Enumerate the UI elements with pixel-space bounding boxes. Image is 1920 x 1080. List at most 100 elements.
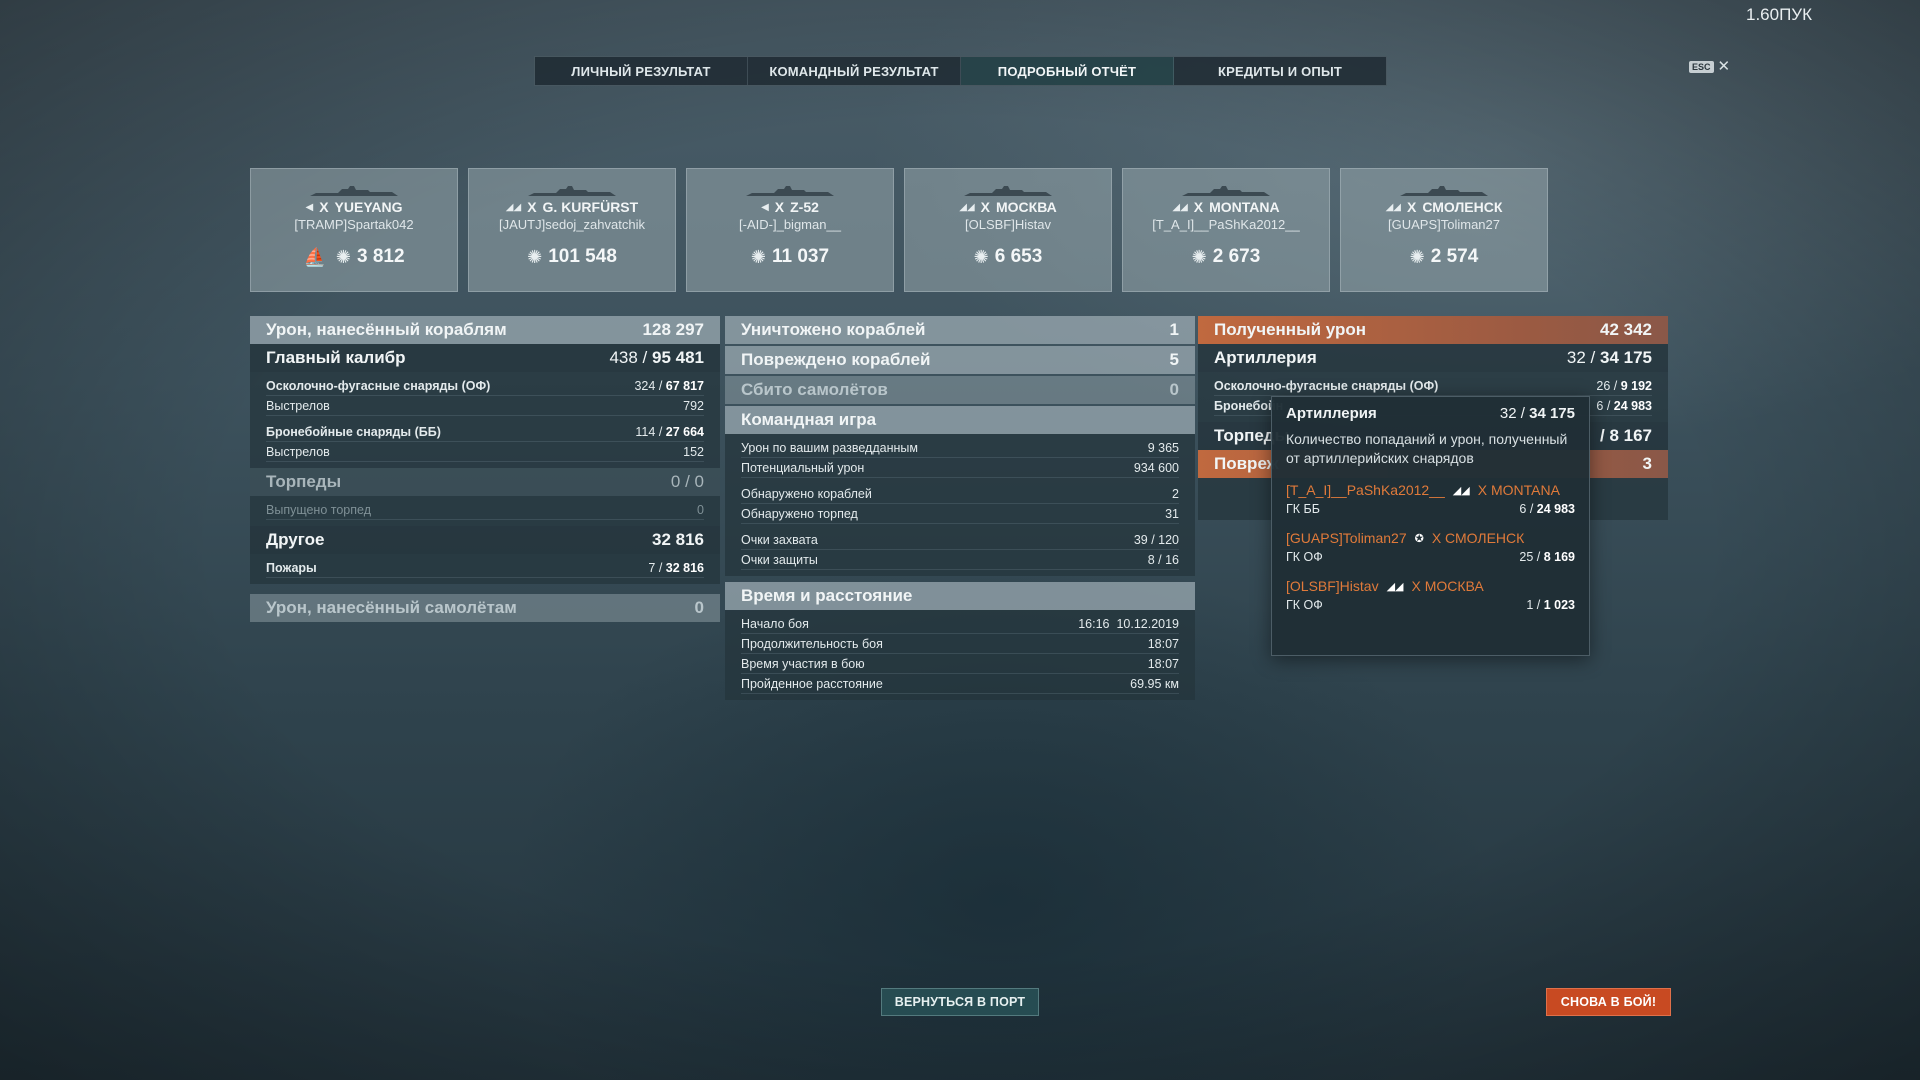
ship-title: ◀ X Z-52 [761,199,819,215]
tooltip-source-item: [OLSBF]Histav ◢◢ X МОСКВА ГК ОФ 1 / 1 02… [1286,578,1575,612]
source-ammo: ГК ББ [1286,502,1320,516]
tab-credits-xp[interactable]: КРЕДИТЫ И ОПЫТ [1174,57,1386,85]
ship-name: Z-52 [790,199,819,215]
team-play-header: Командная игра [725,406,1195,434]
main-battery-header[interactable]: Главный калибр 438 / 95 481 [250,344,720,372]
ship-name: MONTANA [1209,199,1280,215]
damage-received-title: Полученный урон [1214,320,1367,339]
ship-damage-value: 101 548 [548,246,617,267]
ship-card[interactable]: ◢◢ X МОСКВА [OLSBF]Histav ✺ 6 653 [904,168,1112,292]
return-to-port-button[interactable]: ВЕРНУТЬСЯ В ПОРТ [881,988,1039,1016]
ship-damage-value: 2 574 [1430,246,1479,267]
he-shells-row[interactable]: Осколочно-фугасные снаряды (ОФ) 324 / 67… [266,376,704,396]
fires-row[interactable]: Пожары 7 / 32 816 [266,558,704,578]
ship-player: [OLSBF]Histav [965,217,1051,232]
battle-start-row: Начало боя 16:16 10.12.2019 [741,614,1179,634]
he-shots-label: Выстрелов [266,398,330,413]
source-detail: ГК ББ 6 / 24 983 [1286,502,1575,516]
he-hits: 324 [634,378,656,393]
capture-points-value: 39 / 120 [1133,532,1179,547]
torpedoes-header[interactable]: Торпеды 0 / 0 [250,468,720,496]
damage-received-header[interactable]: Полученный урон 42 342 [1198,316,1668,344]
source-ship: X СМОЛЕНСК [1431,530,1525,546]
aircraft-damage-value: 0 [694,598,704,617]
sunk-ship-icon: ⛵ [303,246,326,267]
he-received-value: 26 / 9 192 [1596,378,1652,393]
torpedoes-launched-row: Выпущено торпед 0 [266,500,704,520]
ship-damage-value: 2 673 [1212,246,1261,267]
spotting-damage-row: Урон по вашим разведданным 9 365 [741,438,1179,458]
source-line: [OLSBF]Histav ◢◢ X МОСКВА [1286,578,1575,594]
ship-title: ◢◢ X MONTANA [1172,199,1279,215]
ship-damage-value: 6 653 [994,246,1043,267]
main-battery-hits: 438 [609,348,638,367]
ship-card[interactable]: ◀ X YUEYANG [TRAMP]Spartak042 ⛵ ✺ 3 812 [250,168,458,292]
he-received-row[interactable]: Осколочно-фугасные снаряды (ОФ) 26 / 9 1… [1214,376,1652,396]
torpedo-damage: 0 [694,472,704,491]
tab-detailed-report[interactable]: ПОДРОБНЫЙ ОТЧЁТ [961,57,1174,85]
other-damage-label: Другое [266,530,325,549]
ship-tier: X [1193,199,1204,215]
battle-duration-row: Продолжительность боя 18:07 [741,634,1179,654]
team-play-details: Урон по вашим разведданным 9 365 Потенци… [725,434,1195,576]
damage-dealt-header[interactable]: Урон, нанесённый кораблям 128 297 [250,316,720,344]
ap-hits: 114 [635,424,656,439]
damage-burst-icon: ✺ [750,246,766,267]
tab-personal-result[interactable]: ЛИЧНЫЙ РЕЗУЛЬТАТ [535,57,748,85]
ship-card[interactable]: ◀ X Z-52 [-AID-]_bigman__ ✺ 11 037 [686,168,894,292]
ships-damaged-header[interactable]: Повреждено кораблей 5 [725,346,1195,374]
artillery-received-value: 32 / 34 175 [1566,348,1652,367]
tab-team-result[interactable]: КОМАНДНЫЙ РЕЗУЛЬТАТ [748,57,961,85]
battle-start-label: Начало боя [741,616,809,631]
ap-shells-value: 114 / 27 664 [635,424,704,439]
ship-damage: ✺ 2 673 [1192,246,1261,268]
ships-destroyed-header[interactable]: Уничтожено кораблей 1 [725,316,1195,344]
destroyer-class-icon: ◀ [761,201,769,213]
potential-damage-value: 934 600 [1133,460,1179,475]
source-hits: 6 [1519,502,1527,516]
ships-spotted-value: 2 [1172,486,1179,501]
tooltip-source-item: [T_A_I]__PaShKa2012__ ◢◢ X MONTANA ГК ББ… [1286,482,1575,516]
distance-row: Пройденное расстояние 69.95 км [741,674,1179,694]
damaged-by-label: Повреж [1214,454,1279,473]
ship-name: СМОЛЕНСК [1422,199,1503,215]
capture-points-label: Очки захвата [741,532,818,547]
ship-silhouette-icon [746,186,834,196]
he-shells-value: 324 / 67 817 [634,378,704,393]
ship-card[interactable]: ◢◢ X СМОЛЕНСК [GUAPS]Toliman27 ✺ 2 574 [1340,168,1548,292]
planes-shot-header[interactable]: Сбито самолётов 0 [725,376,1195,404]
aircraft-damage-header[interactable]: Урон, нанесённый самолётам 0 [250,594,720,622]
source-damage: 1 023 [1543,598,1575,612]
tooltip-header: Артиллерия 32 / 34 175 [1286,405,1575,422]
destroyer-class-icon: ◀ [305,201,314,213]
participation-time-label: Время участия в бою [741,656,865,671]
artillery-received-damage: 34 175 [1600,348,1652,367]
ship-silhouette-icon [1182,186,1270,196]
close-button[interactable]: ESC ✕ [1689,59,1730,74]
he-received-label: Осколочно-фугасные снаряды (ОФ) [1214,378,1439,393]
torpedoes-spotted-label: Обнаружено торпед [741,506,858,521]
artillery-received-label: Артиллерия [1214,348,1317,367]
ship-card[interactable]: ◢◢ X MONTANA [T_A_I]__PaShKa2012__ ✺ 2 6… [1122,168,1330,292]
ship-card[interactable]: ◢◢ X G. KURFÜRST [JAUTJ]sedoj_zahvatchik… [468,168,676,292]
source-ship: X МОСКВА [1411,578,1484,594]
battle-again-button[interactable]: СНОВА В БОЙ! [1546,988,1671,1016]
spotting-damage-value: 9 365 [1147,440,1179,455]
main-battery-damage: 95 481 [652,348,704,367]
ship-damage: ✺ 101 548 [527,246,617,268]
ships-damaged-value: 5 [1169,350,1179,369]
source-ship: X MONTANA [1477,482,1560,498]
artillery-received-header[interactable]: Артиллерия 32 / 34 175 [1198,344,1668,372]
ap-shells-row[interactable]: Бронебойные снаряды (ББ) 114 / 27 664 [266,422,704,442]
he-received-hits: 26 [1596,378,1611,393]
other-damage-header[interactable]: Другое 32 816 [250,526,720,554]
time-distance-label: Время и расстояние [741,586,913,605]
team-stats-panel: Уничтожено кораблей 1 Повреждено корабле… [725,316,1195,700]
fires-damage: 32 816 [665,560,704,575]
battle-start-date: 10.12.2019 [1116,616,1179,631]
source-detail: ГК ОФ 1 / 1 023 [1286,598,1575,612]
battleship-class-icon: ◢◢ [1172,201,1188,213]
main-battery-details: Осколочно-фугасные снаряды (ОФ) 324 / 67… [250,372,720,468]
tooltip-description: Количество попаданий и урон, полученный … [1286,431,1568,466]
torpedoes-launched-value: 0 [697,502,704,517]
